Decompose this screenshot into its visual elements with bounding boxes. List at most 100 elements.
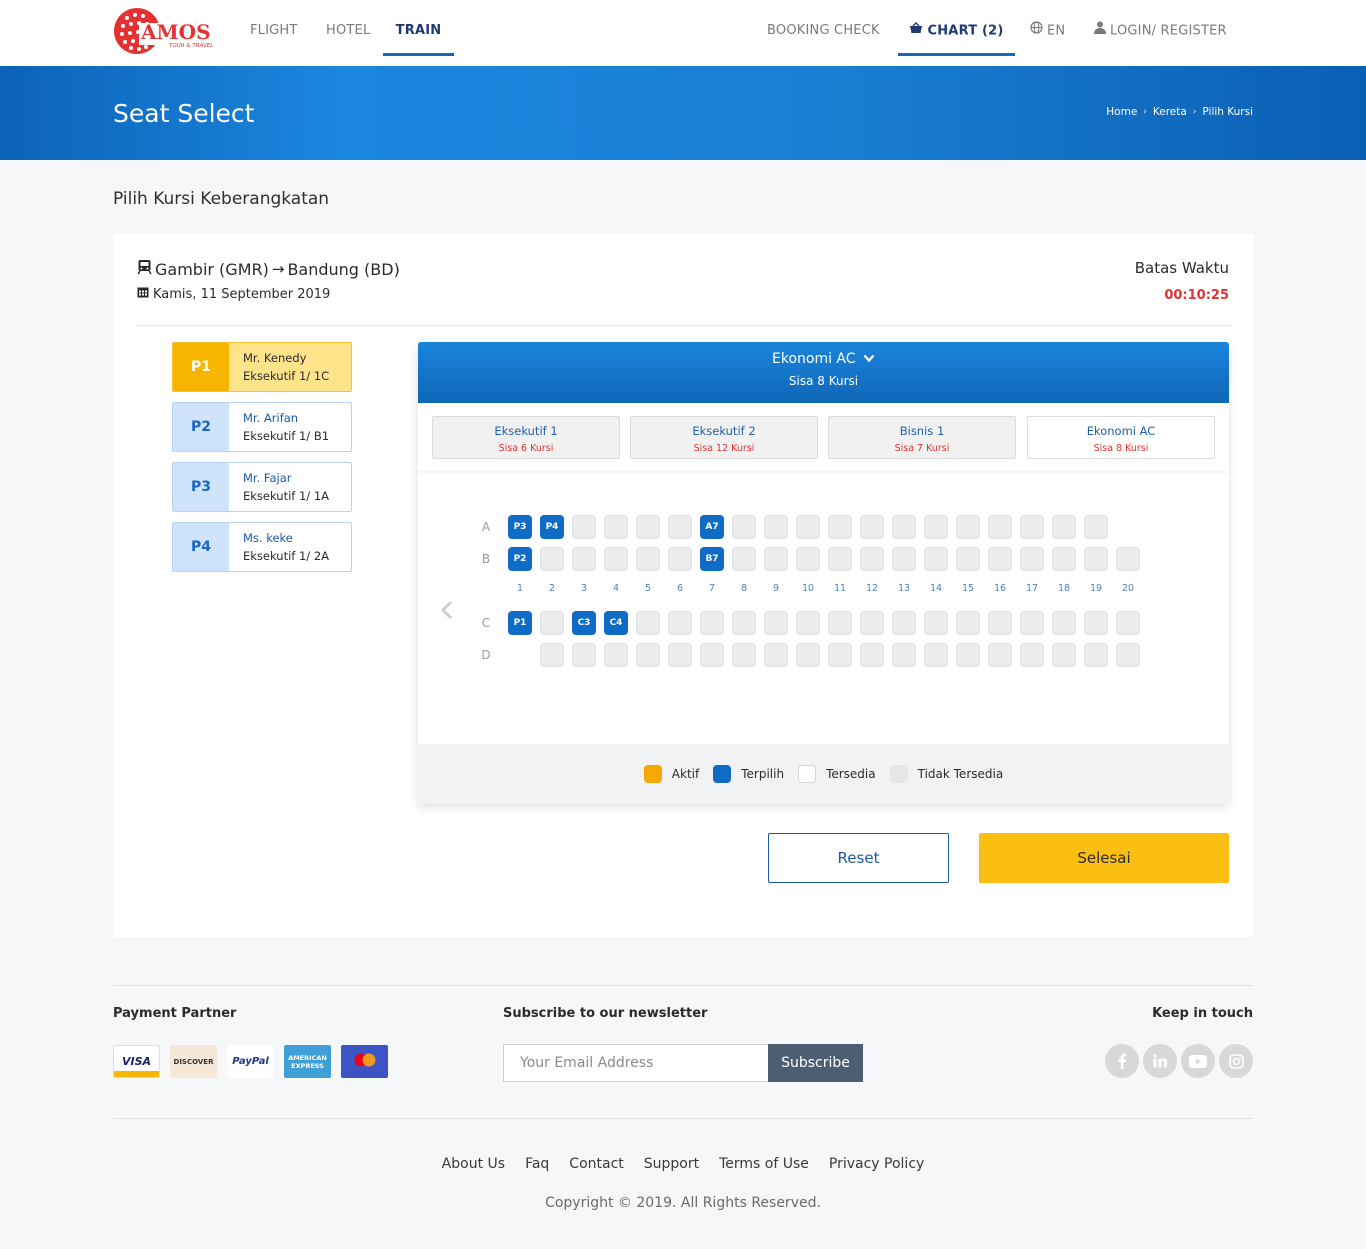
- seat-d5[interactable]: [636, 643, 660, 667]
- seat-b14[interactable]: [924, 547, 948, 571]
- seat-d4[interactable]: [604, 643, 628, 667]
- seat-d20[interactable]: [1116, 643, 1140, 667]
- nav-train[interactable]: TRAIN: [383, 0, 454, 56]
- seat-a8[interactable]: [732, 515, 756, 539]
- seat-b13[interactable]: [892, 547, 916, 571]
- seat-a18[interactable]: [1052, 515, 1076, 539]
- seat-c6[interactable]: [668, 611, 692, 635]
- seat-a3[interactable]: [572, 515, 596, 539]
- footer-link-contact[interactable]: Contact: [569, 1156, 623, 1172]
- seat-c4[interactable]: C4: [604, 611, 628, 635]
- seat-d6[interactable]: [668, 643, 692, 667]
- passenger-card-p1[interactable]: P1 Mr. Kenedy Eksekutif 1/ 1C: [172, 342, 352, 392]
- seat-d3[interactable]: [572, 643, 596, 667]
- seat-b12[interactable]: [860, 547, 884, 571]
- seat-d13[interactable]: [892, 643, 916, 667]
- seat-a10[interactable]: [796, 515, 820, 539]
- nav-chart[interactable]: CHART (2): [898, 0, 1015, 56]
- footer-link-faq[interactable]: Faq: [525, 1156, 549, 1172]
- seat-b2[interactable]: [540, 547, 564, 571]
- seat-c2[interactable]: [540, 611, 564, 635]
- seat-d16[interactable]: [988, 643, 1012, 667]
- seat-a9[interactable]: [764, 515, 788, 539]
- seat-a5[interactable]: [636, 515, 660, 539]
- tab-bisnis-1[interactable]: Bisnis 1 Sisa 7 Kursi: [828, 416, 1016, 459]
- seat-b9[interactable]: [764, 547, 788, 571]
- seat-a14[interactable]: [924, 515, 948, 539]
- footer-link-terms[interactable]: Terms of Use: [719, 1156, 809, 1172]
- seat-c19[interactable]: [1084, 611, 1108, 635]
- tab-eksekutif-1[interactable]: Eksekutif 1 Sisa 6 Kursi: [432, 416, 620, 459]
- seat-a16[interactable]: [988, 515, 1012, 539]
- email-input[interactable]: [503, 1044, 769, 1082]
- amos-logo[interactable]: AMOS TOUR & TRAVEL: [113, 6, 213, 56]
- seat-a19[interactable]: [1084, 515, 1108, 539]
- nav-language[interactable]: EN: [1030, 0, 1065, 56]
- seat-c14[interactable]: [924, 611, 948, 635]
- facebook-icon[interactable]: [1105, 1044, 1139, 1078]
- seat-d9[interactable]: [764, 643, 788, 667]
- seat-c10[interactable]: [796, 611, 820, 635]
- chevron-left-icon[interactable]: [440, 600, 454, 626]
- footer-link-about[interactable]: About Us: [442, 1156, 505, 1172]
- seat-b8[interactable]: [732, 547, 756, 571]
- seat-b10[interactable]: [796, 547, 820, 571]
- breadcrumb-kereta[interactable]: Kereta: [1153, 106, 1187, 118]
- seat-c7[interactable]: [700, 611, 724, 635]
- seat-c3[interactable]: C3: [572, 611, 596, 635]
- seat-c8[interactable]: [732, 611, 756, 635]
- passenger-card-p2[interactable]: P2 Mr. Arifan Eksekutif 1/ B1: [172, 402, 352, 452]
- seat-a6[interactable]: [668, 515, 692, 539]
- seat-c1[interactable]: P1: [508, 611, 532, 635]
- seat-a12[interactable]: [860, 515, 884, 539]
- nav-booking-check[interactable]: BOOKING CHECK: [767, 0, 880, 56]
- nav-login[interactable]: LOGIN/ REGISTER: [1094, 0, 1227, 56]
- seat-c13[interactable]: [892, 611, 916, 635]
- seat-a15[interactable]: [956, 515, 980, 539]
- tab-eksekutif-2[interactable]: Eksekutif 2 Sisa 12 Kursi: [630, 416, 818, 459]
- seat-b6[interactable]: [668, 547, 692, 571]
- tab-ekonomi-ac[interactable]: Ekonomi AC Sisa 8 Kursi: [1027, 416, 1215, 459]
- seat-b11[interactable]: [828, 547, 852, 571]
- seat-b16[interactable]: [988, 547, 1012, 571]
- seat-b15[interactable]: [956, 547, 980, 571]
- nav-hotel[interactable]: HOTEL: [326, 0, 370, 56]
- breadcrumb-home[interactable]: Home: [1106, 106, 1137, 118]
- seat-b7[interactable]: B7: [700, 547, 724, 571]
- subscribe-button[interactable]: Subscribe: [768, 1044, 863, 1082]
- done-button[interactable]: Selesai: [979, 833, 1229, 883]
- seat-a4[interactable]: [604, 515, 628, 539]
- seat-d18[interactable]: [1052, 643, 1076, 667]
- coach-selector[interactable]: Ekonomi AC Sisa 8 Kursi: [418, 342, 1229, 403]
- seat-b4[interactable]: [604, 547, 628, 571]
- seat-b17[interactable]: [1020, 547, 1044, 571]
- seat-b19[interactable]: [1084, 547, 1108, 571]
- seat-c11[interactable]: [828, 611, 852, 635]
- seat-c18[interactable]: [1052, 611, 1076, 635]
- seat-b5[interactable]: [636, 547, 660, 571]
- seat-c17[interactable]: [1020, 611, 1044, 635]
- seat-a17[interactable]: [1020, 515, 1044, 539]
- seat-d2[interactable]: [540, 643, 564, 667]
- footer-link-privacy[interactable]: Privacy Policy: [829, 1156, 924, 1172]
- passenger-card-p4[interactable]: P4 Ms. keke Eksekutif 1/ 2A: [172, 522, 352, 572]
- seat-c15[interactable]: [956, 611, 980, 635]
- seat-d12[interactable]: [860, 643, 884, 667]
- linkedin-icon[interactable]: [1143, 1044, 1177, 1078]
- passenger-card-p3[interactable]: P3 Mr. Fajar Eksekutif 1/ 1A: [172, 462, 352, 512]
- youtube-icon[interactable]: [1181, 1044, 1215, 1078]
- seat-a2[interactable]: P4: [540, 515, 564, 539]
- seat-a7[interactable]: A7: [700, 515, 724, 539]
- seat-d11[interactable]: [828, 643, 852, 667]
- seat-d17[interactable]: [1020, 643, 1044, 667]
- seat-c12[interactable]: [860, 611, 884, 635]
- seat-c16[interactable]: [988, 611, 1012, 635]
- seat-a11[interactable]: [828, 515, 852, 539]
- seat-b1[interactable]: P2: [508, 547, 532, 571]
- seat-c20[interactable]: [1116, 611, 1140, 635]
- nav-flight[interactable]: FLIGHT: [250, 0, 298, 56]
- footer-link-support[interactable]: Support: [644, 1156, 699, 1172]
- seat-b20[interactable]: [1116, 547, 1140, 571]
- seat-d10[interactable]: [796, 643, 820, 667]
- seat-d8[interactable]: [732, 643, 756, 667]
